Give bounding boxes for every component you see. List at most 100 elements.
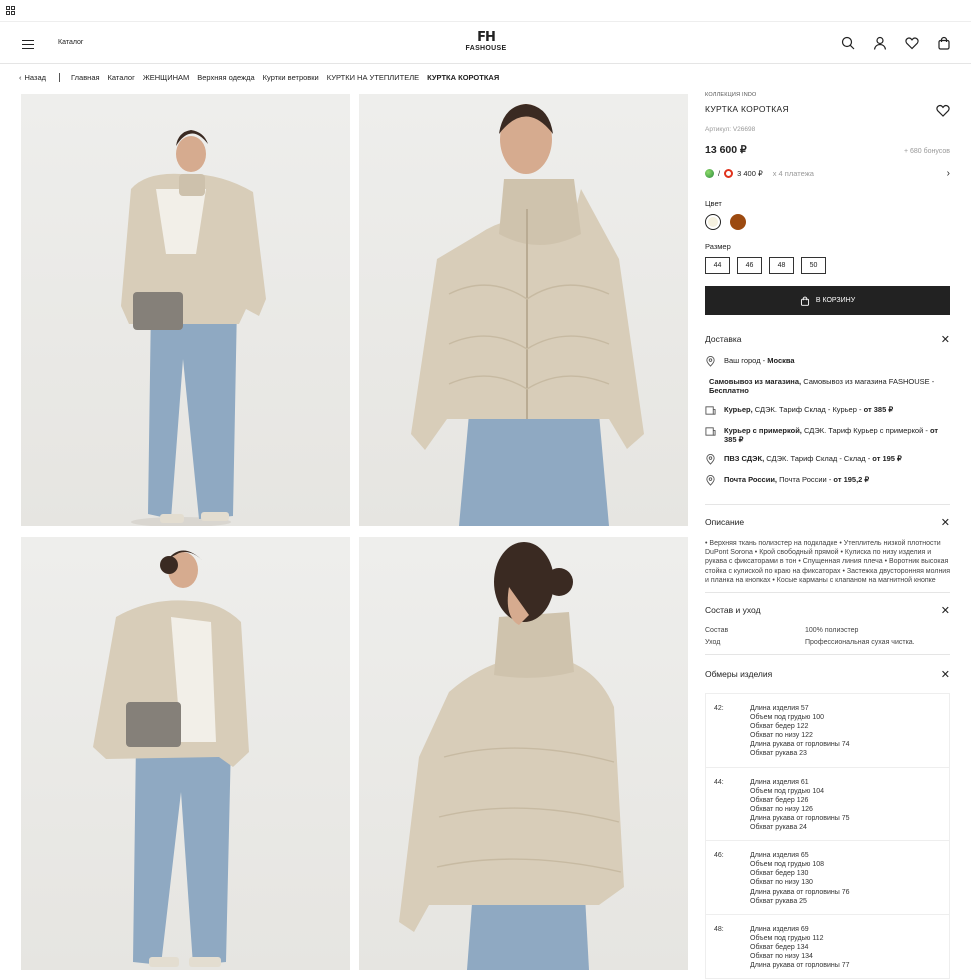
care-value: 100% полиэстер: [805, 627, 859, 635]
measurement-line: Обхват по низу 122: [750, 732, 813, 740]
close-icon[interactable]: ✕: [941, 668, 950, 681]
color-swatch-cream[interactable]: [705, 214, 721, 230]
measurements-table: 42: Длина изделия 57 Объем под грудью 100 О…: [705, 693, 950, 979]
courier-icon: [705, 406, 716, 415]
breadcrumb-item[interactable]: Куртки ветровки: [263, 73, 319, 82]
measurement-line: Обхват рукава 24: [750, 824, 807, 832]
care-key: Состав: [705, 627, 729, 635]
size-option[interactable]: 44: [705, 257, 730, 274]
logo-mark: FH: [477, 30, 496, 45]
back-link[interactable]: ‹ Назад: [19, 73, 46, 82]
measurement-size: 44:: [714, 778, 724, 786]
product-photo-front-full[interactable]: [21, 94, 350, 526]
care-value: Профессиональная сухая чистка.: [805, 639, 915, 647]
measurement-line: Обхват по низу 134: [750, 952, 813, 960]
measurement-line: Обхват бедер 130: [750, 870, 809, 878]
breadcrumb: ‹ Назад Главная Каталог ЖЕНЩИНАМ Верхняя …: [0, 64, 971, 90]
article-number: Артикул: V26698: [705, 126, 756, 133]
care-key: Уход: [705, 639, 721, 647]
product-photo-front-closeup[interactable]: [359, 94, 688, 526]
menu-icon[interactable]: [22, 40, 34, 52]
breadcrumb-divider: [59, 72, 60, 82]
care-header[interactable]: Состав и уход ✕: [705, 593, 950, 627]
location-pin-icon: [706, 475, 715, 486]
bonus-points: + 680 бонусов: [903, 148, 950, 155]
breadcrumb-current: КУРТКА КОРОТКАЯ: [427, 72, 500, 82]
location-pin-icon: [706, 454, 715, 465]
collection-label: КОЛЛЕКЦИЯ INDO: [705, 92, 757, 98]
description-text: • Верхняя ткань полиэстер на подкладке •…: [705, 540, 951, 584]
bag-icon[interactable]: [937, 36, 951, 50]
red-pay-icon: [724, 169, 734, 178]
measurement-line: Обхват по низу 126: [750, 805, 813, 813]
installment-count: x 4 платежа: [772, 169, 814, 178]
close-icon[interactable]: ✕: [941, 333, 950, 346]
courier-icon: [705, 427, 716, 436]
measurement-line: Длина рукава от горловины 74: [750, 741, 850, 749]
location-pin-icon: [706, 356, 715, 367]
logo-name: FASHOUSE: [465, 45, 507, 52]
search-icon[interactable]: [841, 36, 855, 50]
breadcrumb-item[interactable]: ЖЕНЩИНАМ: [143, 73, 189, 82]
measurement-row: 46: Длина изделия 65 Объем под грудью 108 О…: [706, 841, 949, 915]
color-label: Цвет: [705, 199, 722, 208]
measurement-line: Длина рукава от горловины 76: [750, 888, 850, 896]
measurement-line: Длина рукава от горловины 77: [750, 962, 850, 970]
measurement-line: Обхват бедер 126: [750, 796, 809, 804]
measurement-line: Объем под грудью 112: [750, 934, 824, 942]
site-header: Каталог FH FASHOUSE: [0, 22, 971, 64]
pvz-row: ПВЗ СДЭК, СДЭК. Тариф Склад - Склад - от…: [705, 454, 950, 465]
logo[interactable]: FH FASHOUSE: [463, 31, 509, 52]
delivery-header[interactable]: Доставка ✕: [705, 322, 950, 356]
bag-icon: [800, 296, 809, 306]
close-icon[interactable]: ✕: [941, 604, 950, 617]
user-icon[interactable]: [873, 36, 887, 50]
measurement-row: 48: Длина изделия 69 Объем под грудью 112 О…: [706, 915, 949, 979]
apps-grid-icon[interactable]: [6, 6, 15, 15]
measurement-line: Длина изделия 69: [750, 925, 809, 933]
breadcrumb-item[interactable]: Главная: [71, 73, 100, 82]
measurement-size: 48:: [714, 925, 724, 933]
product-price: 13 600 ₽: [705, 144, 747, 156]
size-label: Размер: [705, 242, 731, 251]
post-row: Почта России, Почта России - от 195,2 ₽: [705, 475, 950, 486]
measurement-line: Длина изделия 61: [750, 778, 809, 786]
city-row[interactable]: Ваш город - Москва: [705, 356, 950, 367]
pickup-row: Самовывоз из магазина, Самовывоз из мага…: [709, 377, 935, 395]
close-icon[interactable]: ✕: [941, 516, 950, 529]
measurement-line: Обхват рукава 23: [750, 750, 807, 758]
add-to-cart-button[interactable]: В КОРЗИНУ: [705, 286, 950, 315]
top-strip: [0, 0, 971, 22]
courier-row: Курьер, СДЭК. Тариф Склад - Курьер - от …: [705, 405, 950, 416]
measurement-size: 42:: [714, 705, 724, 713]
green-pay-icon: [705, 169, 714, 178]
chevron-right-icon[interactable]: ›: [947, 168, 950, 179]
color-swatch-brown[interactable]: [730, 214, 746, 230]
measurement-line: Объем под грудью 100: [750, 714, 825, 722]
size-option[interactable]: 48: [769, 257, 794, 274]
installment-price: 3 400 ₽: [737, 169, 763, 178]
care-section: Состав и уход ✕ Состав 100% полиэстер Уход…: [705, 593, 950, 656]
heart-icon[interactable]: [905, 36, 919, 50]
chevron-left-icon: ‹: [19, 72, 22, 82]
size-option[interactable]: 50: [801, 257, 826, 274]
product-title: КУРТКА КОРОТКАЯ: [705, 104, 789, 114]
measurement-line: Длина изделия 65: [750, 852, 809, 860]
product-photo-side-full[interactable]: [21, 537, 350, 970]
measurement-line: Обхват рукава 25: [750, 897, 807, 905]
measurement-line: Длина изделия 57: [750, 705, 809, 713]
measurement-row: 44: Длина изделия 61 Объем под грудью 104 О…: [706, 768, 949, 842]
catalog-link[interactable]: Каталог: [58, 39, 83, 46]
measurement-line: Обхват бедер 134: [750, 943, 809, 951]
measurement-line: Объем под грудью 104: [750, 787, 825, 795]
product-photo-back-closeup[interactable]: [359, 537, 688, 970]
breadcrumb-item[interactable]: Верхняя одежда: [197, 73, 254, 82]
add-to-favorites-heart-icon[interactable]: [936, 104, 950, 119]
description-header[interactable]: Описание ✕: [705, 505, 950, 539]
breadcrumb-item[interactable]: Каталог: [108, 73, 135, 82]
product-info-panel: КОЛЛЕКЦИЯ INDO КУРТКА КОРОТКАЯ Артикул: …: [705, 92, 950, 979]
installment-row[interactable]: / 3 400 ₽ x 4 платежа ›: [705, 168, 950, 179]
size-option[interactable]: 46: [737, 257, 762, 274]
measurements-header[interactable]: Обмеры изделия ✕: [705, 655, 950, 693]
breadcrumb-item[interactable]: КУРТКИ НА УТЕПЛИТЕЛЕ: [327, 73, 419, 82]
